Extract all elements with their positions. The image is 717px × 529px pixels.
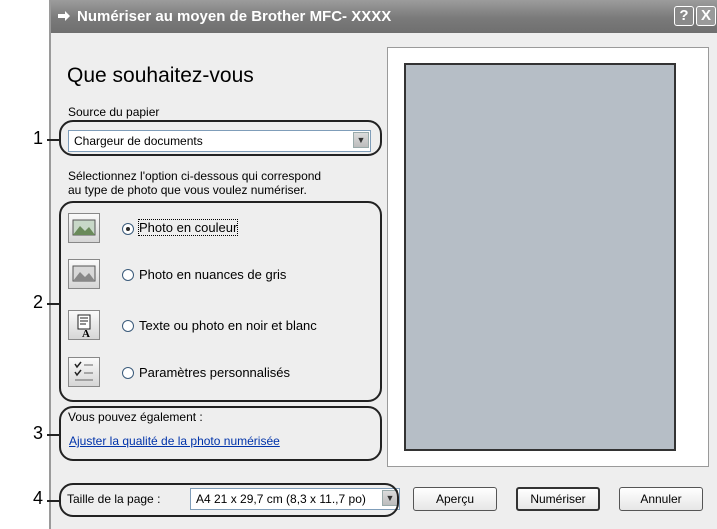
svg-text:A: A — [82, 328, 90, 339]
preview-button[interactable]: Aperçu — [413, 487, 497, 511]
cancel-button[interactable]: Annuler — [619, 487, 703, 511]
chevron-down-icon[interactable]: ▼ — [382, 490, 398, 506]
preview-area — [387, 47, 709, 467]
radio-grayscale-photo[interactable] — [122, 269, 134, 281]
option-label-custom-settings[interactable]: Paramètres personnalisés — [139, 365, 290, 380]
help-button[interactable]: ? — [674, 6, 694, 26]
title-bar: Numériser au moyen de Brother MFC- XXXX … — [51, 0, 717, 33]
instructions-line2: au type de photo que vous voulez numéris… — [68, 183, 307, 197]
dialog-heading: Que souhaitez-vous — [67, 64, 254, 87]
callout-number-1: 1 — [33, 128, 44, 148]
callout-leader-4 — [47, 500, 59, 502]
option-label-grayscale-photo[interactable]: Photo en nuances de gris — [139, 267, 286, 282]
scanner-arrow-icon — [58, 11, 70, 21]
callout-number-2: 2 — [33, 292, 44, 312]
option-label-text-bw[interactable]: Texte ou photo en noir et blanc — [139, 318, 317, 333]
option-label-color-photo[interactable]: Photo en couleur — [137, 219, 239, 236]
instructions-line1: Sélectionnez l'option ci-dessous qui cor… — [68, 169, 322, 183]
callout-leader-2 — [47, 303, 59, 305]
callout-leader-1 — [47, 139, 59, 141]
chevron-down-icon[interactable]: ▼ — [353, 132, 369, 148]
also-label: Vous pouvez également : — [68, 410, 203, 424]
grayscale-photo-icon[interactable] — [68, 259, 100, 289]
page-size-select[interactable]: A4 21 x 29,7 cm (8,3 x 11.,7 po) ▼ — [190, 488, 400, 510]
text-bw-icon[interactable]: A — [68, 310, 100, 340]
radio-text-bw[interactable] — [122, 320, 134, 332]
close-button[interactable]: X — [696, 6, 716, 26]
scan-button[interactable]: Numériser — [516, 487, 600, 511]
callout-number-4: 4 — [33, 488, 44, 508]
window-title: Numériser au moyen de Brother MFC- XXXX — [77, 8, 392, 25]
radio-color-photo[interactable] — [122, 223, 134, 235]
adjust-quality-link[interactable]: Ajuster la qualité de la photo numérisée — [69, 434, 280, 448]
custom-settings-icon[interactable] — [68, 357, 100, 387]
callout-leader-3 — [47, 434, 59, 436]
callout-number-3: 3 — [33, 423, 44, 443]
paper-source-select[interactable]: Chargeur de documents ▼ — [68, 130, 371, 152]
preview-page — [404, 63, 676, 451]
scan-dialog: Numériser au moyen de Brother MFC- XXXX … — [49, 0, 717, 529]
page-size-label: Taille de la page : — [67, 492, 161, 506]
color-photo-icon[interactable] — [68, 213, 100, 243]
paper-source-label: Source du papier — [68, 105, 160, 119]
radio-custom-settings[interactable] — [122, 367, 134, 379]
